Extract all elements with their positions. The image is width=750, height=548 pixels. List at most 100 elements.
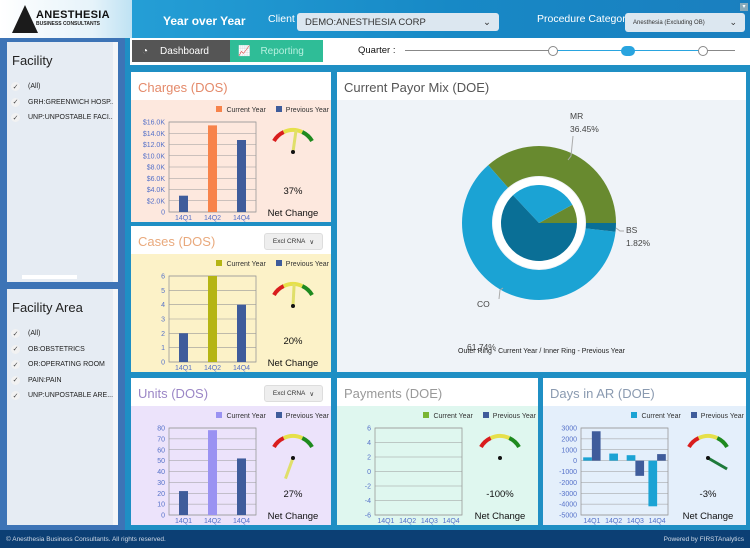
quarter-slider-min-handle[interactable] xyxy=(548,46,558,56)
logo-triangle-icon xyxy=(12,5,38,33)
x-tick-label: 14Q4 xyxy=(443,518,460,525)
checkmark-icon[interactable]: ✓ xyxy=(11,391,20,401)
cases-chart: 0 1 2 3 4 5 6 14Q1 14Q2 14Q4 xyxy=(161,274,314,372)
bar-14Q2-current[interactable] xyxy=(208,276,217,362)
bar-14Q1-previous[interactable] xyxy=(179,491,188,515)
x-tick-label: 14Q1 xyxy=(175,215,192,222)
powered-by: Powered by FIRSTAnalytics xyxy=(663,535,744,543)
bar-14Q3-previous[interactable] xyxy=(635,460,645,476)
gauge-needle xyxy=(291,130,298,153)
slice-percent: 36.45% xyxy=(570,124,599,134)
bar-14Q2-current[interactable] xyxy=(208,430,217,515)
facility-filter: Facility ✓ (All) ✓ GRH:GREENWICH HOSP... ✓ UN… xyxy=(7,42,118,282)
y-tick-label: 3 xyxy=(161,317,165,324)
gauge-needle xyxy=(707,456,728,471)
bar-14Q1-previous[interactable] xyxy=(179,195,188,212)
bar-14Q4-current[interactable] xyxy=(648,460,658,507)
y-tick-label: 0 xyxy=(573,458,577,465)
checkmark-icon[interactable]: ✓ xyxy=(11,113,20,123)
excl-crna-dropdown[interactable]: Excl CRNA ∨ xyxy=(264,385,323,402)
facility-area-filter: Facility Area ✓ (All) ✓ OB:OBSTETRICS ✓ OR:OP… xyxy=(7,289,118,525)
card-title: Payments (DOE) xyxy=(344,386,443,401)
filter-item[interactable]: ✓ PAIN:PAIN xyxy=(7,373,118,389)
quarter-slider-max-handle[interactable] xyxy=(698,46,708,56)
filter-item[interactable]: ✓ OR:OPERATING ROOM xyxy=(7,357,118,373)
gauge-segment xyxy=(282,434,304,440)
net-change-value: -100% xyxy=(486,489,514,500)
collapse-icon[interactable]: ▾ xyxy=(740,3,748,11)
gauge-pivot xyxy=(706,456,710,460)
y-tick-label: $14.0K xyxy=(143,131,166,138)
gauge-segment xyxy=(272,130,285,143)
x-tick-label: 14Q1 xyxy=(377,518,394,525)
bar-14Q4-previous[interactable] xyxy=(237,304,246,362)
checkmark-icon[interactable]: ✓ xyxy=(11,344,20,354)
reporting-label: Reporting xyxy=(260,45,304,57)
bar-14Q4-previous[interactable] xyxy=(237,140,246,212)
bar-14Q2-current[interactable] xyxy=(609,453,618,461)
quarter-slider-selected-handle[interactable] xyxy=(621,46,635,56)
checkmark-icon[interactable]: ✓ xyxy=(11,97,20,107)
net-change-label: Net Change xyxy=(267,358,319,369)
chevron-down-icon: ⌄ xyxy=(483,16,491,28)
y-tick-label: 0 xyxy=(161,210,165,217)
y-tick-label: 5 xyxy=(161,288,165,295)
filter-item[interactable]: ✓ UNP:UNPOSTABLE FACI... xyxy=(7,110,118,126)
logo-subtext: BUSINESS CONSULTANTS xyxy=(36,21,100,27)
bar-14Q4-previous[interactable] xyxy=(237,458,246,515)
y-tick-label: 10 xyxy=(157,502,165,509)
x-tick-label: 14Q4 xyxy=(233,215,250,222)
gauge-segment xyxy=(301,130,314,143)
excl-crna-dropdown[interactable]: Excl CRNA ∨ xyxy=(264,233,323,250)
x-tick-label: 14Q2 xyxy=(204,215,221,222)
payor-mix-donut: MR36.45%BS1.82%CO61.74% xyxy=(462,111,651,352)
y-tick-label: 20 xyxy=(157,491,165,498)
scrollbar[interactable] xyxy=(113,289,118,525)
gauge-needle xyxy=(284,457,295,480)
checkmark-icon[interactable]: ✓ xyxy=(11,329,20,339)
y-tick-label: 1 xyxy=(161,345,165,352)
quarter-label: Quarter : xyxy=(358,45,396,56)
procedure-value: Anesthesia (Excluding OB) xyxy=(633,19,705,26)
y-tick-label: $2.0K xyxy=(147,198,166,205)
bar-14Q2-current[interactable] xyxy=(208,125,217,212)
x-tick-label: 14Q1 xyxy=(175,518,192,525)
chevron-down-icon: ⌄ xyxy=(729,17,737,27)
checkmark-icon[interactable]: ✓ xyxy=(11,375,20,385)
dashboard-label: Dashboard xyxy=(160,45,209,57)
filter-item-label: GRH:GREENWICH HOSP... xyxy=(28,98,116,106)
bar-14Q1-previous[interactable] xyxy=(179,333,188,362)
net-change-label: Net Change xyxy=(267,511,319,522)
chevron-down-icon: ∨ xyxy=(309,390,315,398)
bar-14Q3-current[interactable] xyxy=(626,455,636,461)
card-title: Days in AR (DOE) xyxy=(550,386,655,401)
y-tick-label: 2000 xyxy=(561,436,577,443)
x-tick-label: 14Q4 xyxy=(233,518,250,525)
y-tick-label: 50 xyxy=(157,458,165,465)
checkmark-icon[interactable]: ✓ xyxy=(11,82,20,92)
filter-item[interactable]: ✓ UNP:UNPOSTABLE ARE... xyxy=(7,388,118,404)
dashboard-button[interactable]: ◔ Dashboard xyxy=(132,40,230,62)
slice-percent: 1.82% xyxy=(626,238,651,248)
bar-14Q1-current[interactable] xyxy=(583,457,592,461)
reporting-button[interactable]: 📈 Reporting xyxy=(230,40,323,62)
horizontal-scrollbar[interactable] xyxy=(22,275,77,279)
payor-mix-card: Current Payor Mix (DOE) MR 36.45% BS 1.82% C… xyxy=(337,72,746,372)
x-tick-label: 14Q1 xyxy=(175,365,192,372)
filter-item[interactable]: ✓ GRH:GREENWICH HOSP... xyxy=(7,95,118,111)
x-tick-label: 14Q4 xyxy=(649,518,666,525)
scrollbar[interactable] xyxy=(113,42,118,282)
gauge-segment xyxy=(697,434,719,440)
checkmark-icon[interactable]: ✓ xyxy=(11,360,20,370)
net-change-value: 27% xyxy=(283,489,303,500)
bar-14Q1-previous[interactable] xyxy=(591,431,601,461)
filter-item[interactable]: ✓ (All) xyxy=(7,326,118,342)
client-select[interactable]: DEMO:ANESTHESIA CORP ⌄ xyxy=(297,13,499,31)
procedure-category-select[interactable]: Anesthesia (Excluding OB) ⌄ xyxy=(625,13,745,32)
bar-14Q4-previous[interactable] xyxy=(657,454,666,461)
filter-item[interactable]: ✓ (All) xyxy=(7,79,118,95)
filter-item[interactable]: ✓ OB:OBSTETRICS xyxy=(7,342,118,358)
x-tick-label: 14Q2 xyxy=(204,518,221,525)
y-tick-label: 2 xyxy=(161,331,165,338)
gauge-segment xyxy=(508,436,521,449)
